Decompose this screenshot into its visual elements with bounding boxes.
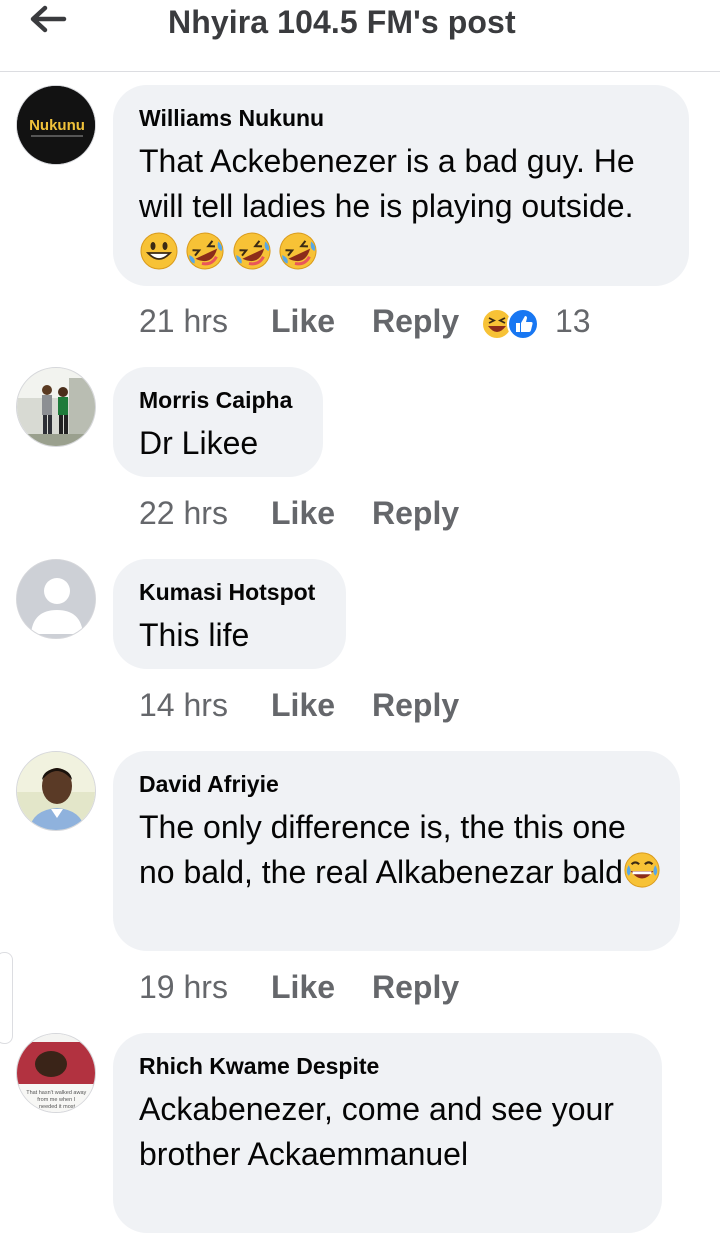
reply-button[interactable]: Reply bbox=[372, 969, 459, 1006]
comment-author[interactable]: Morris Caipha bbox=[139, 387, 292, 414]
comment-bubble[interactable]: David Afriyie The only difference is, th… bbox=[113, 751, 680, 951]
comment-text-body: The only difference is, the this one no … bbox=[139, 809, 626, 890]
reply-button[interactable]: Reply bbox=[372, 303, 459, 340]
comment-timestamp[interactable]: 19 hrs bbox=[139, 969, 228, 1006]
reply-button[interactable]: Reply bbox=[372, 495, 459, 532]
comment-emojis bbox=[139, 231, 320, 271]
rolling-laughing-face-icon bbox=[233, 232, 271, 270]
like-button[interactable]: Like bbox=[271, 969, 335, 1006]
comment-author[interactable]: Williams Nukunu bbox=[139, 105, 324, 132]
back-arrow-icon bbox=[30, 5, 67, 33]
comment-text: That Ackebenezer is a bad guy. He will t… bbox=[139, 143, 635, 224]
comment-author[interactable]: David Afriyie bbox=[139, 771, 279, 798]
grinning-face-icon bbox=[140, 232, 178, 270]
reaction-summary[interactable] bbox=[481, 307, 543, 341]
top-bar: Nhyira 104.5 FM's post bbox=[0, 0, 720, 72]
comment-text: Ackabenezer, come and see your brother A… bbox=[139, 1091, 614, 1172]
comment-text: This life bbox=[139, 617, 250, 653]
page-title: Nhyira 104.5 FM's post bbox=[168, 4, 516, 40]
like-button[interactable]: Like bbox=[271, 495, 335, 532]
avatar-rhich-kwame-despite[interactable]: That hasn't walked away from me when I n… bbox=[16, 1033, 96, 1113]
scroll-edge-indicator bbox=[0, 952, 13, 1044]
avatar-morris-caipha[interactable] bbox=[16, 367, 96, 447]
like-button[interactable]: Like bbox=[271, 687, 335, 724]
comment-timestamp[interactable]: 21 hrs bbox=[139, 303, 228, 340]
comment-text: Dr Likee bbox=[139, 425, 259, 461]
rolling-laughing-face-icon bbox=[279, 232, 317, 270]
comment-bubble[interactable]: Kumasi Hotspot This life bbox=[113, 559, 346, 669]
rolling-laughing-face-icon bbox=[186, 232, 224, 270]
comment-timestamp[interactable]: 22 hrs bbox=[139, 495, 228, 532]
back-button[interactable] bbox=[26, 2, 70, 38]
comment-bubble[interactable]: Morris Caipha Dr Likee bbox=[113, 367, 323, 477]
tears-of-joy-icon bbox=[624, 852, 660, 888]
like-button[interactable]: Like bbox=[271, 303, 335, 340]
comment-bubble[interactable]: Williams Nukunu That Ackebenezer is a ba… bbox=[113, 85, 689, 286]
comment-text: The only difference is, the this one no … bbox=[139, 805, 669, 895]
avatar-david-afriyie[interactable] bbox=[16, 751, 96, 831]
avatar-logo-text: Nukunu bbox=[29, 117, 85, 134]
comment-timestamp[interactable]: 14 hrs bbox=[139, 687, 228, 724]
like-reaction-icon bbox=[507, 308, 539, 340]
avatar-kumasi-hotspot[interactable] bbox=[16, 559, 96, 639]
reaction-count[interactable]: 13 bbox=[555, 303, 591, 340]
reply-button[interactable]: Reply bbox=[372, 687, 459, 724]
comment-author[interactable]: Kumasi Hotspot bbox=[139, 579, 315, 606]
comment-bubble[interactable]: Rhich Kwame Despite Ackabenezer, come an… bbox=[113, 1033, 662, 1233]
default-profile-icon bbox=[17, 560, 95, 638]
avatar-williams-nukunu[interactable]: Nukunu bbox=[16, 85, 96, 165]
comment-author[interactable]: Rhich Kwame Despite bbox=[139, 1053, 379, 1080]
